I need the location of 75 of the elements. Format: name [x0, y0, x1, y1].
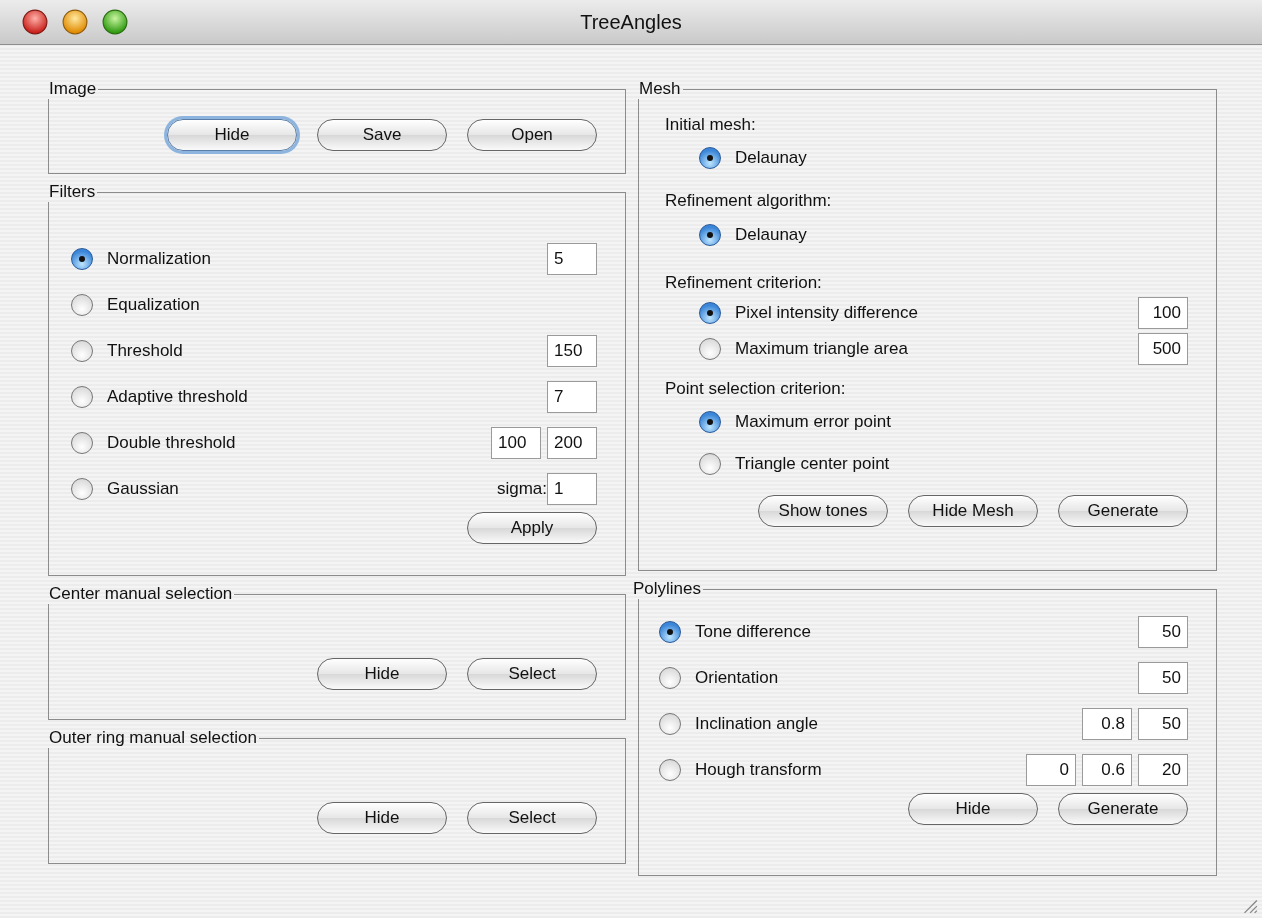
zoom-icon[interactable] [102, 9, 128, 35]
radio-button[interactable] [71, 386, 93, 408]
push-button[interactable]: Generate [1058, 495, 1188, 527]
number-field[interactable]: 200 [547, 427, 597, 459]
number-field[interactable]: 500 [1138, 333, 1188, 365]
radio-button[interactable] [71, 478, 93, 500]
radio-button[interactable] [659, 621, 681, 643]
radio-button[interactable] [699, 453, 721, 475]
number-field[interactable]: 50 [1138, 708, 1188, 740]
push-button[interactable]: Apply [467, 512, 597, 544]
push-button[interactable]: Hide Mesh [908, 495, 1038, 527]
push-button[interactable]: Select [467, 658, 597, 690]
section-heading: Refinement criterion: [665, 273, 823, 293]
option-label: Maximum error point [735, 412, 891, 432]
number-field[interactable]: 0.8 [1082, 708, 1132, 740]
number-field[interactable]: 50 [1138, 616, 1188, 648]
close-icon[interactable] [22, 9, 48, 35]
number-field[interactable]: 150 [547, 335, 597, 367]
option-label: Gaussian [107, 479, 179, 499]
radio-button[interactable] [699, 338, 721, 360]
option-label: Adaptive threshold [107, 387, 248, 407]
number-field[interactable]: 20 [1138, 754, 1188, 786]
option-label: Threshold [107, 341, 183, 361]
option-label: Triangle center point [735, 454, 890, 474]
group-title: Image [49, 79, 97, 98]
option-label: Tone difference [695, 622, 811, 642]
radio-button[interactable] [699, 302, 721, 324]
field-label: sigma: [496, 479, 547, 499]
number-field[interactable]: 50 [1138, 662, 1188, 694]
group-title: Mesh [639, 79, 681, 98]
option-label: Inclination angle [695, 714, 818, 734]
option-label: Delaunay [735, 148, 807, 168]
option-label: Delaunay [735, 225, 807, 245]
number-field[interactable]: 5 [547, 243, 597, 275]
radio-button[interactable] [71, 340, 93, 362]
section-heading: Refinement algorithm: [665, 191, 833, 211]
radio-button[interactable] [699, 224, 721, 246]
group-title: Outer ring manual selection [49, 728, 257, 747]
radio-button[interactable] [71, 294, 93, 316]
radio-button[interactable] [699, 411, 721, 433]
radio-button[interactable] [659, 713, 681, 735]
radio-button[interactable] [699, 147, 721, 169]
number-field[interactable]: 100 [491, 427, 541, 459]
option-label: Orientation [695, 668, 779, 688]
number-field[interactable]: 7 [547, 381, 597, 413]
group-title: Filters [49, 182, 96, 201]
option-label: Hough transform [695, 760, 822, 780]
push-button[interactable]: Hide [167, 119, 297, 151]
group-title: Polylines [633, 579, 702, 598]
push-button[interactable]: Show tones [758, 495, 888, 527]
option-label: Normalization [107, 249, 211, 269]
push-button[interactable]: Hide [317, 802, 447, 834]
push-button[interactable]: Select [467, 802, 597, 834]
minimize-icon[interactable] [62, 9, 88, 35]
push-button[interactable]: Hide [317, 658, 447, 690]
section-heading: Initial mesh: [665, 115, 757, 135]
radio-button[interactable] [71, 432, 93, 454]
section-heading: Point selection criterion: [665, 379, 847, 399]
push-button[interactable]: Generate [1058, 793, 1188, 825]
option-label: Equalization [107, 295, 200, 315]
number-field[interactable]: 0 [1026, 754, 1076, 786]
option-label: Maximum triangle area [735, 339, 908, 359]
group-title: Center manual selection [49, 584, 233, 603]
push-button[interactable]: Hide [908, 793, 1038, 825]
radio-button[interactable] [71, 248, 93, 270]
push-button[interactable]: Save [317, 119, 447, 151]
option-label: Double threshold [107, 433, 236, 453]
radio-button[interactable] [659, 667, 681, 689]
number-field[interactable]: 100 [1138, 297, 1188, 329]
number-field[interactable]: 1 [547, 473, 597, 505]
push-button[interactable]: Open [467, 119, 597, 151]
number-field[interactable]: 0.6 [1082, 754, 1132, 786]
radio-button[interactable] [659, 759, 681, 781]
window-title: TreeAngles [580, 10, 682, 34]
option-label: Pixel intensity difference [735, 303, 918, 323]
